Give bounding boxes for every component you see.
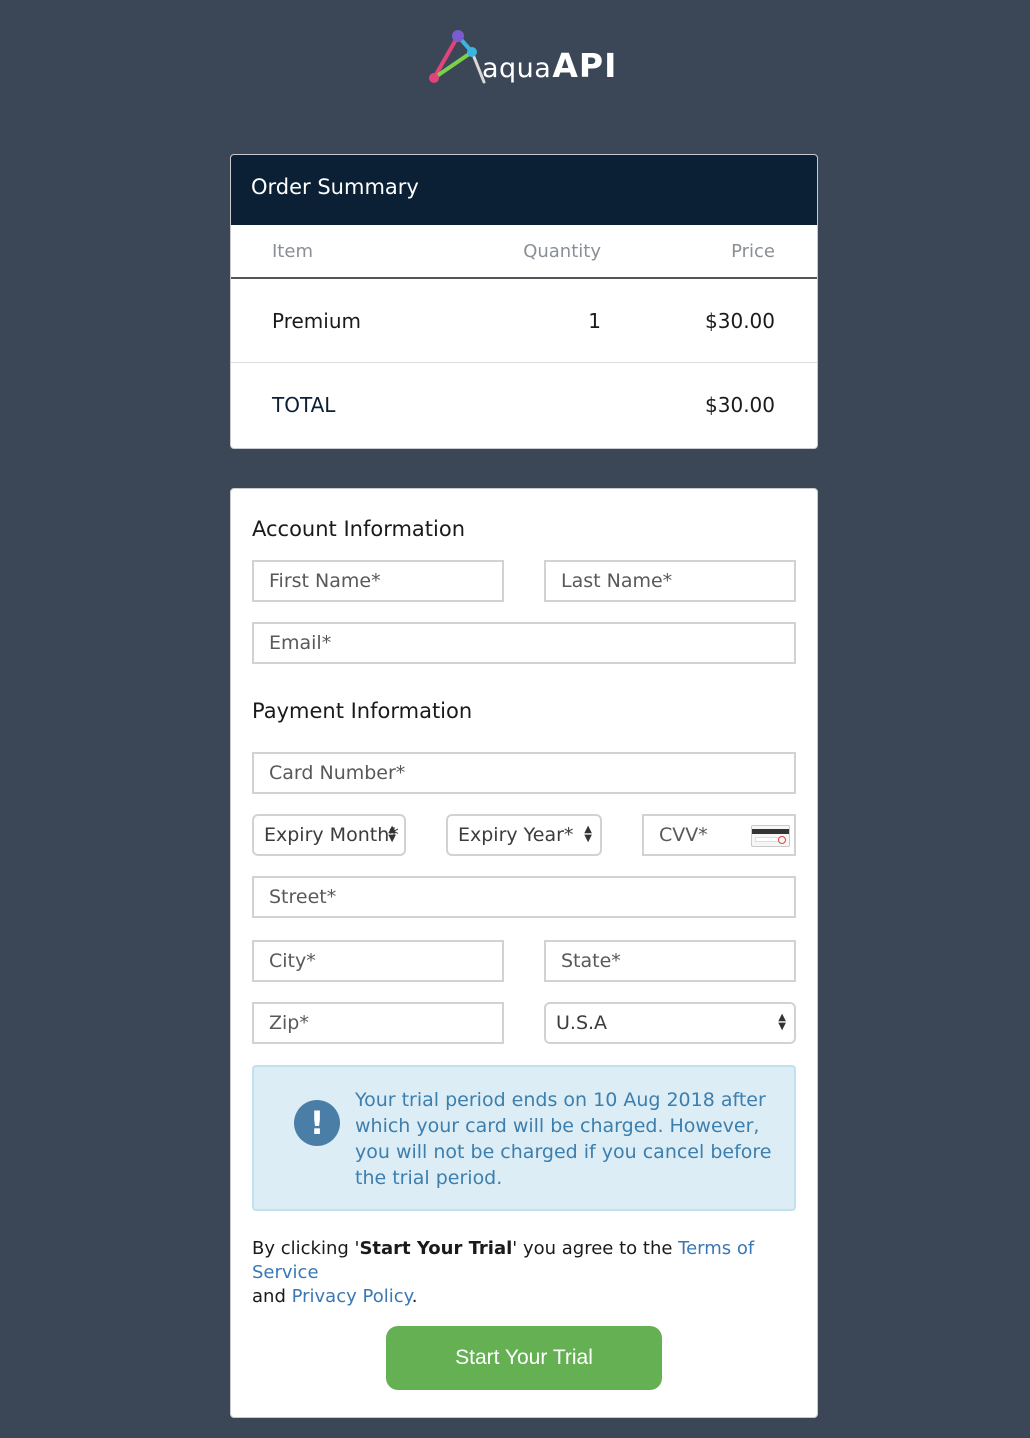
terms-notice: By clicking 'Start Your Trial' you agree… [252,1237,792,1309]
terms-button-reference: Start Your Trial [359,1238,513,1259]
street-placeholder: Street* [269,886,337,908]
column-header-item: Item [272,241,313,262]
select-arrows-icon: ▲ ▼ [778,1012,786,1032]
expiry-year-select[interactable]: Expiry Year* ▲ ▼ [446,814,602,856]
account-information-heading: Account Information [252,517,466,541]
logo-text-aqua: aqua [482,53,552,84]
order-summary-table: Item Quantity Price Premium 1 $30.00 TOT… [231,225,817,447]
email-input[interactable]: Email* [252,622,796,664]
cvv-input[interactable]: CVV* [642,814,796,856]
terms-middle: ' you agree to the [512,1238,679,1259]
select-arrows-icon: ▲ ▼ [584,824,592,844]
order-summary-title: Order Summary [231,155,817,225]
first-name-placeholder: First Name* [269,570,381,592]
city-input[interactable]: City* [252,940,504,982]
aquaapi-logo: aqua API [424,26,634,88]
trial-info-alert: ! Your trial period ends on 10 Aug 2018 … [252,1065,796,1211]
expiry-month-select[interactable]: Expiry Month* ▲ ▼ [252,814,406,856]
city-placeholder: City* [269,950,316,972]
country-select[interactable]: U.S.A ▲ ▼ [544,1002,796,1044]
column-header-quantity: Quantity [523,241,601,262]
last-name-placeholder: Last Name* [561,570,673,592]
first-name-input[interactable]: First Name* [252,560,504,602]
terms-end: . [411,1286,418,1307]
column-header-price: Price [731,241,775,262]
item-price: $30.00 [705,309,775,333]
start-trial-button[interactable]: Start Your Trial [386,1326,662,1390]
item-quantity: 1 [588,309,601,333]
payment-information-heading: Payment Information [252,699,473,723]
card-number-placeholder: Card Number* [269,762,406,784]
expiry-month-value: Expiry Month* [264,824,399,846]
select-arrows-icon: ▲ ▼ [388,824,396,844]
street-input[interactable]: Street* [252,876,796,918]
credit-card-back-icon [751,825,790,847]
order-summary-card: Order Summary Item Quantity Price Premiu… [230,154,818,449]
exclamation-icon: ! [294,1100,340,1146]
terms-prefix: By clicking ' [252,1238,360,1259]
cvv-placeholder: CVV* [659,824,708,846]
item-name: Premium [272,309,361,333]
card-number-input[interactable]: Card Number* [252,752,796,794]
country-value: U.S.A [556,1012,608,1034]
zip-input[interactable]: Zip* [252,1002,504,1044]
logo-text-api: API [552,46,618,85]
total-label: TOTAL [272,393,336,417]
email-placeholder: Email* [269,632,332,654]
terms-and: and [252,1286,292,1307]
expiry-year-value: Expiry Year* [458,824,574,846]
last-name-input[interactable]: Last Name* [544,560,796,602]
privacy-policy-link[interactable]: Privacy Policy [292,1286,412,1307]
state-placeholder: State* [561,950,621,972]
trial-info-text: Your trial period ends on 10 Aug 2018 af… [355,1089,772,1189]
table-row: Premium 1 $30.00 [231,279,817,363]
total-row: TOTAL $30.00 [231,363,817,447]
table-header-row: Item Quantity Price [231,225,817,279]
state-input[interactable]: State* [544,940,796,982]
checkout-form: Account Information First Name* Last Nam… [230,488,818,1418]
total-value: $30.00 [705,393,775,417]
zip-placeholder: Zip* [269,1012,309,1034]
